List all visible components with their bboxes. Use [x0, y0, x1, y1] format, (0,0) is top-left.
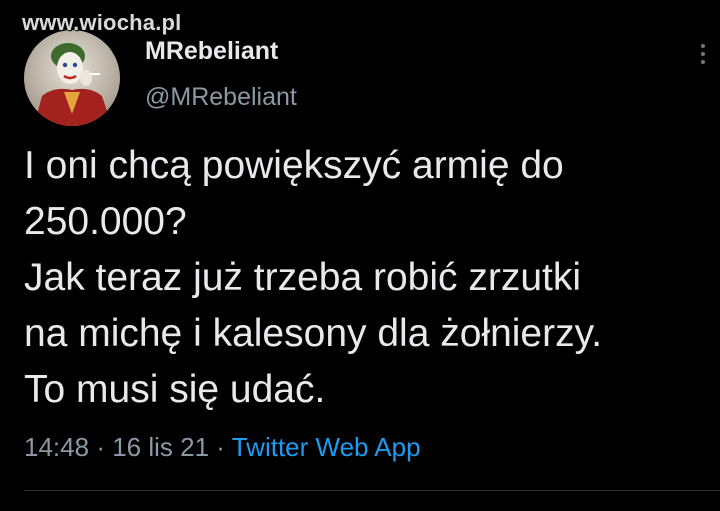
meta-separator: · [96, 432, 105, 462]
display-name[interactable]: MRebeliant [145, 37, 278, 66]
tweet-meta: 14:48 · 16 lis 21 · Twitter Web App [24, 432, 421, 463]
more-vertical-icon[interactable] [698, 42, 708, 66]
divider [24, 490, 720, 491]
joker-avatar-icon [24, 30, 120, 126]
tweet-card: www.wiocha.pl MRebeliant @MRebeliant I o… [0, 0, 720, 511]
watermark: www.wiocha.pl [22, 10, 182, 35]
user-handle[interactable]: @MRebeliant [145, 83, 297, 112]
meta-separator: · [216, 432, 225, 462]
avatar[interactable] [24, 30, 120, 126]
tweet-text: I oni chcą powiększyć armię do 250.000? … [24, 144, 603, 411]
tweet-source-link[interactable]: Twitter Web App [232, 432, 421, 462]
tweet-time[interactable]: 14:48 [24, 432, 89, 462]
tweet-date[interactable]: 16 lis 21 [112, 432, 209, 462]
